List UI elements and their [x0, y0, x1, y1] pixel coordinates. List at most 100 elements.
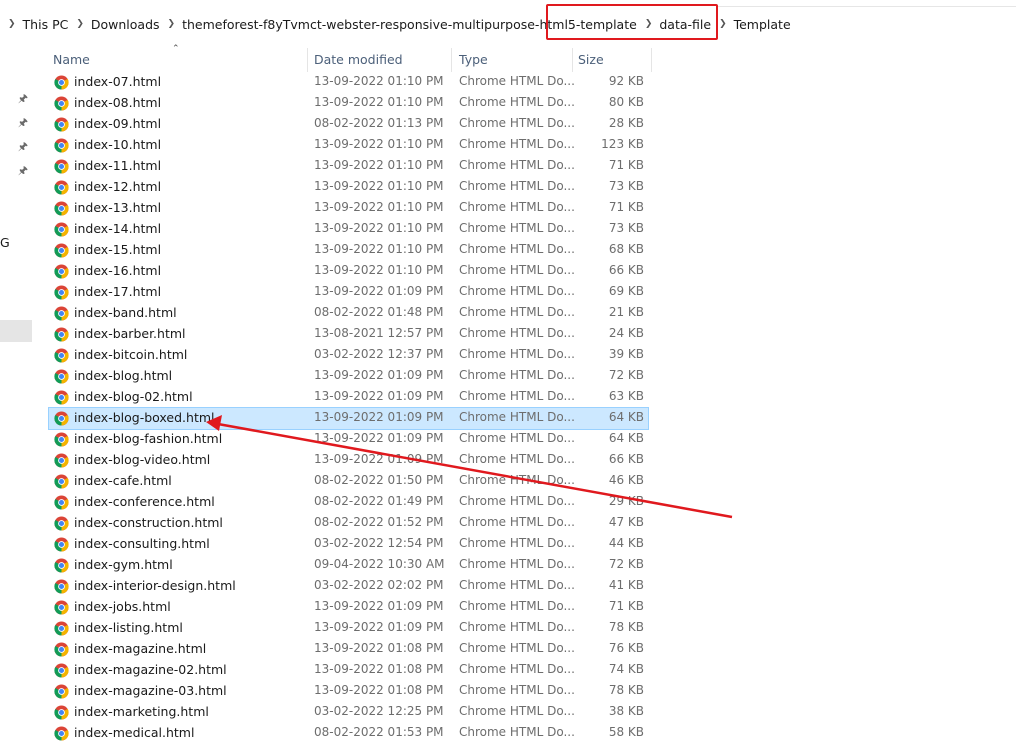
- file-row[interactable]: index-11.html 13-09-2022 01:10 PM Chrome H…: [49, 156, 648, 177]
- file-row[interactable]: index-blog-02.html 13-09-2022 01:09 PM Chr…: [49, 387, 648, 408]
- column-header-date[interactable]: Date modified: [314, 52, 403, 67]
- chrome-icon: [54, 138, 69, 153]
- file-size: 80 KB: [608, 95, 644, 109]
- file-row[interactable]: index-14.html 13-09-2022 01:10 PM Chrome H…: [49, 219, 648, 240]
- file-name[interactable]: index-medical.html: [74, 725, 194, 740]
- file-name[interactable]: index-08.html: [74, 95, 161, 110]
- file-row[interactable]: index-16.html 13-09-2022 01:10 PM Chrome H…: [49, 261, 648, 282]
- breadcrumb-template[interactable]: Template: [734, 17, 791, 32]
- file-row[interactable]: index-consulting.html 03-02-2022 12:54 PM…: [49, 534, 648, 555]
- breadcrumb-this-pc[interactable]: This PC: [23, 17, 69, 32]
- file-name[interactable]: index-band.html: [74, 305, 177, 320]
- file-name[interactable]: index-consulting.html: [74, 536, 210, 551]
- file-date-modified: 13-09-2022 01:09 PM: [314, 284, 444, 298]
- chrome-icon: [54, 432, 69, 447]
- column-divider[interactable]: [651, 48, 652, 72]
- file-name[interactable]: index-conference.html: [74, 494, 215, 509]
- file-row[interactable]: index-band.html 08-02-2022 01:48 PM Chrome…: [49, 303, 648, 324]
- chevron-right-icon[interactable]: ❯: [8, 19, 16, 29]
- file-size: 76 KB: [608, 641, 644, 655]
- file-name[interactable]: index-09.html: [74, 116, 161, 131]
- nav-item-partial[interactable]: G: [0, 235, 10, 250]
- file-row[interactable]: index-construction.html 08-02-2022 01:52 …: [49, 513, 648, 534]
- file-name[interactable]: index-gym.html: [74, 557, 173, 572]
- chrome-icon: [54, 285, 69, 300]
- file-row[interactable]: index-marketing.html 03-02-2022 12:25 PM C…: [49, 702, 648, 723]
- file-row[interactable]: index-conference.html 08-02-2022 01:49 PM…: [49, 492, 648, 513]
- file-date-modified: 13-09-2022 01:09 PM: [314, 389, 444, 403]
- file-size: 46 KB: [608, 473, 644, 487]
- file-name[interactable]: index-blog.html: [74, 368, 172, 383]
- column-divider[interactable]: [451, 48, 452, 72]
- file-row[interactable]: index-13.html 13-09-2022 01:10 PM Chrome H…: [49, 198, 648, 219]
- file-name[interactable]: index-magazine.html: [74, 641, 206, 656]
- file-row[interactable]: index-10.html 13-09-2022 01:10 PM Chrome H…: [49, 135, 648, 156]
- chrome-icon: [54, 684, 69, 699]
- chrome-icon: [54, 369, 69, 384]
- file-row[interactable]: index-09.html 08-02-2022 01:13 PM Chrome H…: [49, 114, 648, 135]
- file-name[interactable]: index-magazine-02.html: [74, 662, 227, 677]
- nav-item-selected[interactable]: [0, 320, 32, 342]
- file-row[interactable]: index-barber.html 13-08-2021 12:57 PM Chro…: [49, 324, 648, 345]
- file-name[interactable]: index-blog-fashion.html: [74, 431, 222, 446]
- file-type: Chrome HTML Do...: [459, 116, 575, 130]
- chevron-right-icon[interactable]: ❯: [168, 19, 176, 29]
- file-row[interactable]: index-listing.html 13-09-2022 01:09 PM Chr…: [49, 618, 648, 639]
- file-row[interactable]: index-jobs.html 13-09-2022 01:09 PM Chrome…: [49, 597, 648, 618]
- file-name[interactable]: index-13.html: [74, 200, 161, 215]
- file-type: Chrome HTML Do...: [459, 242, 575, 256]
- file-name[interactable]: index-blog-video.html: [74, 452, 210, 467]
- file-row[interactable]: index-magazine.html 13-09-2022 01:08 PM Ch…: [49, 639, 648, 660]
- file-name[interactable]: index-12.html: [74, 179, 161, 194]
- column-header-type[interactable]: Type: [459, 52, 488, 67]
- file-date-modified: 13-09-2022 01:09 PM: [314, 410, 444, 424]
- file-name[interactable]: index-07.html: [74, 74, 161, 89]
- file-date-modified: 13-09-2022 01:10 PM: [314, 137, 444, 151]
- file-name[interactable]: index-15.html: [74, 242, 161, 257]
- file-row[interactable]: index-interior-design.html 03-02-2022 02:…: [49, 576, 648, 597]
- chrome-icon: [54, 705, 69, 720]
- file-name[interactable]: index-cafe.html: [74, 473, 172, 488]
- column-divider[interactable]: [307, 48, 308, 72]
- file-name[interactable]: index-jobs.html: [74, 599, 171, 614]
- file-row[interactable]: index-07.html 13-09-2022 01:10 PM Chrome H…: [49, 72, 648, 93]
- address-bar[interactable]: ❯ This PC ❯ Downloads ❯ themeforest-f8yT…: [0, 0, 1016, 48]
- file-row[interactable]: index-12.html 13-09-2022 01:10 PM Chrome H…: [49, 177, 648, 198]
- file-name[interactable]: index-11.html: [74, 158, 161, 173]
- column-header-size[interactable]: Size: [578, 52, 604, 67]
- file-row[interactable]: index-blog-boxed.html 13-09-2022 01:09 PM…: [48, 407, 649, 430]
- file-row[interactable]: index-blog-video.html 13-09-2022 01:09 PM…: [49, 450, 648, 471]
- file-name[interactable]: index-14.html: [74, 221, 161, 236]
- file-row[interactable]: index-08.html 13-09-2022 01:10 PM Chrome H…: [49, 93, 648, 114]
- column-header-name[interactable]: Name: [53, 52, 90, 67]
- file-name[interactable]: index-listing.html: [74, 620, 183, 635]
- file-name[interactable]: index-17.html: [74, 284, 161, 299]
- chevron-right-icon[interactable]: ❯: [76, 19, 84, 29]
- file-row[interactable]: index-magazine-02.html 13-09-2022 01:08 P…: [49, 660, 648, 681]
- file-date-modified: 13-09-2022 01:09 PM: [314, 431, 444, 445]
- file-row[interactable]: index-17.html 13-09-2022 01:09 PM Chrome H…: [49, 282, 648, 303]
- file-row[interactable]: index-bitcoin.html 03-02-2022 12:37 PM Chr…: [49, 345, 648, 366]
- chevron-right-icon[interactable]: ❯: [719, 19, 727, 29]
- file-name[interactable]: index-blog-boxed.html: [74, 410, 215, 425]
- file-date-modified: 08-02-2022 01:52 PM: [314, 515, 444, 529]
- file-row[interactable]: index-blog-fashion.html 13-09-2022 01:09 …: [49, 429, 648, 450]
- file-row[interactable]: index-blog.html 13-09-2022 01:09 PM Chrome…: [49, 366, 648, 387]
- file-name[interactable]: index-16.html: [74, 263, 161, 278]
- column-divider[interactable]: [572, 48, 573, 72]
- breadcrumb-downloads[interactable]: Downloads: [91, 17, 160, 32]
- file-name[interactable]: index-bitcoin.html: [74, 347, 187, 362]
- file-name[interactable]: index-interior-design.html: [74, 578, 236, 593]
- file-row[interactable]: index-medical.html 08-02-2022 01:53 PM Chr…: [49, 723, 648, 744]
- file-name[interactable]: index-barber.html: [74, 326, 186, 341]
- file-row[interactable]: index-15.html 13-09-2022 01:10 PM Chrome H…: [49, 240, 648, 261]
- file-name[interactable]: index-marketing.html: [74, 704, 209, 719]
- file-row[interactable]: index-magazine-03.html 13-09-2022 01:08 P…: [49, 681, 648, 702]
- file-name[interactable]: index-construction.html: [74, 515, 223, 530]
- file-name[interactable]: index-magazine-03.html: [74, 683, 227, 698]
- file-row[interactable]: index-cafe.html 08-02-2022 01:50 PM Chrome…: [49, 471, 648, 492]
- file-size: 21 KB: [608, 305, 644, 319]
- file-name[interactable]: index-10.html: [74, 137, 161, 152]
- file-name[interactable]: index-blog-02.html: [74, 389, 193, 404]
- file-row[interactable]: index-gym.html 09-04-2022 10:30 AM Chrome …: [49, 555, 648, 576]
